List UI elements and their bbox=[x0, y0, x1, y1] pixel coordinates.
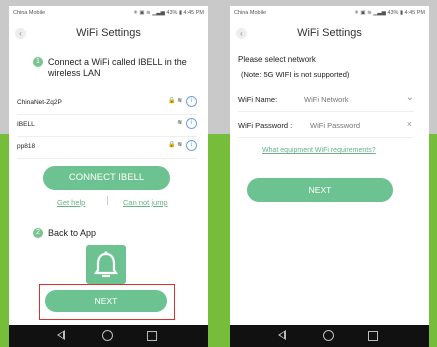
note-text: (Note: 5G WIFI is not supported) bbox=[241, 70, 350, 79]
wifi-name-field[interactable] bbox=[304, 95, 392, 104]
nav-back-icon[interactable] bbox=[278, 330, 286, 340]
chevron-down-icon[interactable]: ⌄ bbox=[406, 92, 414, 103]
step-1-badge: 1 bbox=[33, 57, 43, 67]
nav-home-icon[interactable] bbox=[323, 330, 334, 341]
lock-wifi-icon: 🔒 ≋ bbox=[168, 142, 183, 148]
wifi-name-label: WiFi Name: bbox=[238, 95, 278, 104]
nav-back-icon[interactable] bbox=[57, 330, 65, 340]
wifi-password-row: WiFi Password : × bbox=[238, 115, 414, 138]
network-name: ChinaNet-Zq2P bbox=[17, 99, 62, 106]
cannot-jump-link[interactable]: Can not jump bbox=[123, 198, 168, 207]
step-1-text: Connect a WiFi called IBELL in the wirel… bbox=[48, 57, 187, 78]
nav-recent-apps-icon[interactable] bbox=[368, 331, 378, 341]
system-nav-bar bbox=[230, 325, 429, 347]
network-name: pp818 bbox=[17, 143, 36, 150]
page-title: WiFi Settings bbox=[76, 27, 141, 39]
get-help-link[interactable]: Get help bbox=[57, 198, 85, 207]
info-icon[interactable]: i bbox=[186, 118, 197, 129]
page-title: WiFi Settings bbox=[297, 27, 362, 39]
wifi-password-field[interactable] bbox=[310, 121, 394, 130]
step-2-badge: 2 bbox=[33, 228, 43, 238]
status-bar: China Mobile ✳ ▣ ≋ ▁▃▅ 43% ▮ 4:45 PM bbox=[230, 6, 429, 20]
status-indicators: ✳ ▣ ≋ ▁▃▅ 43% ▮ 4:45 PM bbox=[133, 10, 204, 16]
info-icon[interactable]: i bbox=[186, 140, 197, 151]
phone-screen-right: China Mobile ✳ ▣ ≋ ▁▃▅ 43% ▮ 4:45 PM ‹ W… bbox=[230, 6, 429, 347]
carrier-label: China Mobile bbox=[234, 10, 267, 16]
info-icon[interactable]: i bbox=[186, 96, 197, 107]
bell-icon bbox=[93, 251, 119, 278]
status-indicators: ✳ ▣ ≋ ▁▃▅ 43% ▮ 4:45 PM bbox=[354, 10, 425, 16]
next-button[interactable]: NEXT bbox=[247, 178, 393, 202]
step-2-text: Back to App bbox=[48, 228, 97, 238]
network-row[interactable]: pp818 🔒 ≋ i bbox=[17, 136, 197, 159]
app-icon bbox=[86, 245, 126, 284]
lock-wifi-icon: 🔒 ≋ bbox=[168, 98, 183, 104]
select-network-text: Please select network bbox=[238, 55, 316, 64]
network-row[interactable]: IBELL ≋ i bbox=[17, 114, 197, 137]
carrier-label: China Mobile bbox=[13, 10, 46, 16]
header: ‹ WiFi Settings bbox=[9, 20, 208, 46]
status-bar: China Mobile ✳ ▣ ≋ ▁▃▅ 43% ▮ 4:45 PM bbox=[9, 6, 208, 20]
connect-ibell-button[interactable]: CONNECT IBELL bbox=[43, 166, 170, 190]
network-name: IBELL bbox=[17, 121, 35, 128]
system-nav-bar bbox=[9, 325, 208, 347]
wifi-name-row: WiFi Name: ⌄ bbox=[238, 89, 414, 112]
nav-home-icon[interactable] bbox=[102, 330, 113, 341]
phone-screen-left: China Mobile ✳ ▣ ≋ ▁▃▅ 43% ▮ 4:45 PM ‹ W… bbox=[9, 6, 208, 347]
network-signal-icons: 🔒 ≋ i bbox=[168, 140, 197, 151]
network-signal-icons: 🔒 ≋ i bbox=[168, 96, 197, 107]
close-icon[interactable]: × bbox=[407, 119, 412, 129]
wifi-requirements-link[interactable]: What equipment WiFi requirements? bbox=[262, 147, 376, 154]
wifi-password-label: WiFi Password : bbox=[238, 121, 293, 130]
wifi-icon: ≋ bbox=[177, 120, 183, 126]
nav-recent-apps-icon[interactable] bbox=[147, 331, 157, 341]
link-divider bbox=[107, 196, 108, 205]
network-row[interactable]: ChinaNet-Zq2P 🔒 ≋ i bbox=[17, 92, 197, 115]
next-button[interactable]: NEXT bbox=[45, 290, 167, 312]
network-signal-icons: ≋ i bbox=[177, 118, 197, 129]
header: ‹ WiFi Settings bbox=[230, 20, 429, 46]
